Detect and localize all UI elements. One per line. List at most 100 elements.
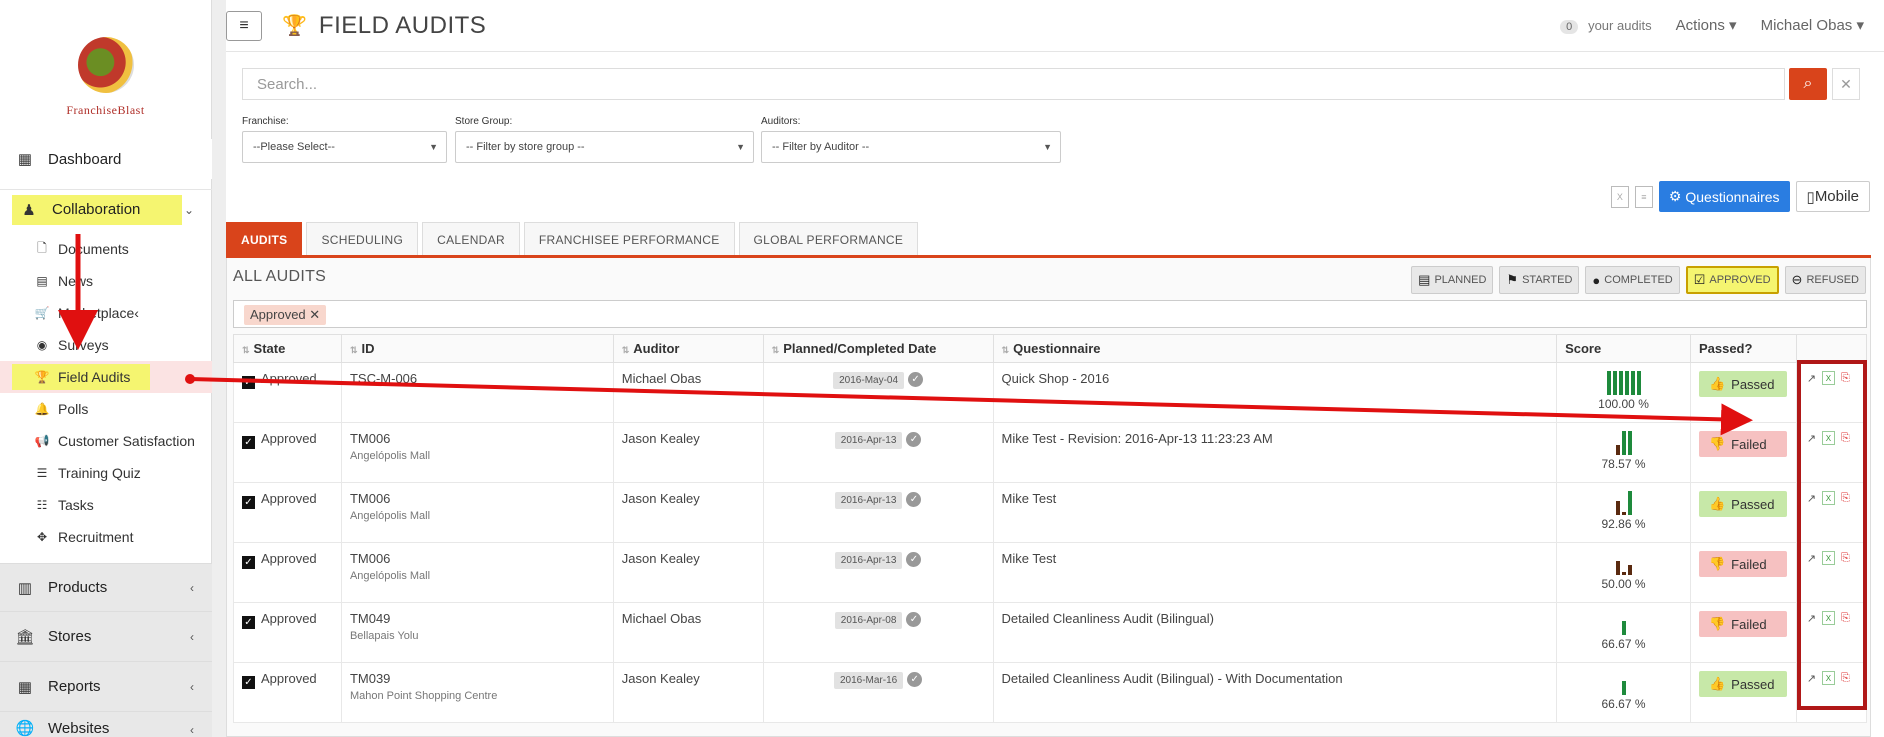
tab-audits[interactable]: AUDITS xyxy=(226,222,303,256)
failed-badge: 👎 Failed xyxy=(1698,611,1787,637)
auditor-cell: Jason Kealey xyxy=(612,542,764,603)
mobile-button[interactable]: ▯ Mobile xyxy=(1795,181,1870,212)
audit-id[interactable]: TSC-M-006 xyxy=(350,371,605,386)
sidebar-item-stores[interactable]: 🏛 Stores ‹ xyxy=(0,611,212,661)
filter-planned-button[interactable]: ▤ PLANNED xyxy=(1411,266,1494,294)
column-auditor[interactable]: ⇅ Auditor xyxy=(612,334,764,363)
checkbox-checked-icon[interactable]: ✓ xyxy=(242,496,255,509)
store-name: Mahon Point Shopping Centre xyxy=(349,690,498,702)
table-row[interactable]: ✓ Approved TM006 Angelópolis Mall Jason Ke… xyxy=(233,542,1868,603)
search-button[interactable]: ⌕ xyxy=(1789,68,1827,100)
your-audits-link[interactable]: 0 your audits xyxy=(1560,17,1652,34)
cart-icon: 🛒 xyxy=(34,306,50,320)
state-value: Approved xyxy=(261,491,317,506)
clear-search-button[interactable]: ✕ xyxy=(1832,68,1860,100)
column-state[interactable]: ⇅ State xyxy=(233,334,342,363)
sort-icon: ⇅ xyxy=(242,345,250,355)
sidebar-item-surveys[interactable]: ◉ Surveys xyxy=(0,329,212,361)
tab-global-performance[interactable]: GLOBAL PERFORMANCE xyxy=(738,222,919,256)
score-bar xyxy=(1627,565,1632,575)
logo[interactable]: FranchiseBlast xyxy=(0,0,211,135)
score-bar xyxy=(1618,371,1623,395)
panel-title: ALL AUDITS xyxy=(233,268,327,285)
actions-dropdown[interactable]: Actions ▾ xyxy=(1676,16,1737,34)
sidebar-item-dashboard[interactable]: ▦ Dashboard xyxy=(0,139,212,179)
table-row[interactable]: ✓ Approved TM006 Angelópolis Mall Jason Ke… xyxy=(233,482,1868,543)
questionnaires-button[interactable]: ⚙ Questionnaires xyxy=(1658,181,1790,212)
check-circle-icon: ✓ xyxy=(908,372,924,388)
date-cell: 2016-May-04 ✓ xyxy=(762,362,994,423)
auditors-select[interactable]: -- Filter by Auditor -- ▼ xyxy=(761,131,1061,163)
sidebar-item-field-audits[interactable]: 🏆 Field Audits xyxy=(0,361,212,393)
table-row[interactable]: ✓ Approved TM039 Mahon Point Shopping Cent… xyxy=(233,662,1868,723)
megaphone-icon: 📢 xyxy=(34,434,50,448)
table-row[interactable]: ✓ Approved TM006 Angelópolis Mall Jason Ke… xyxy=(233,422,1868,483)
filter-approved-button[interactable]: ☑ APPROVED xyxy=(1685,266,1779,294)
table-row[interactable]: ✓ Approved TM049 Bellapais Yolu Michael Ob… xyxy=(233,602,1868,663)
sidebar-item-training-quiz[interactable]: ☰ Training Quiz xyxy=(0,457,212,489)
filter-refused-button[interactable]: ⊖ REFUSED xyxy=(1784,266,1866,294)
sidebar-item-recruitment[interactable]: ✥ Recruitment xyxy=(0,521,212,553)
user-menu[interactable]: Michael Obas ▾ xyxy=(1761,16,1864,34)
audit-id[interactable]: TM006 xyxy=(350,491,605,506)
score-bar xyxy=(1621,681,1626,695)
menu-toggle-button[interactable]: ≡ xyxy=(226,10,262,41)
checkbox-checked-icon[interactable]: ✓ xyxy=(242,616,255,629)
sidebar-item-label: Stores xyxy=(48,628,92,645)
sidebar-item-marketplace[interactable]: 🛒 Marketplace ‹ xyxy=(0,297,212,329)
checkbox-checked-icon[interactable]: ✓ xyxy=(242,676,255,689)
sort-icon: ⇅ xyxy=(621,345,630,355)
table-row[interactable]: ✓ Approved TSC-M-006 Michael Obas 2016-Ma… xyxy=(233,362,1868,423)
sidebar-item-collaboration[interactable]: ♟ Collaboration ⌄ xyxy=(0,189,212,229)
sidebar-item-documents[interactable]: 🗋 Documents xyxy=(0,233,212,265)
caret-down-icon: ▼ xyxy=(1043,142,1052,152)
collaboration-highlight: ♟ Collaboration xyxy=(12,194,182,225)
franchise-select[interactable]: --Please Select-- ▼ xyxy=(242,131,447,163)
status-filter-buttons: ▤ PLANNED ⚑ STARTED ● COMPLETED ☑ APPROVED ⊖… xyxy=(1411,266,1866,294)
audit-id[interactable]: TM049 xyxy=(350,611,605,626)
column-date[interactable]: ⇅ Planned/Completed Date xyxy=(762,334,994,363)
sidebar-item-label: Websites xyxy=(48,720,110,737)
thumbs-up-icon: 👍 xyxy=(1708,676,1726,691)
filter-label: Auditors: xyxy=(761,116,801,127)
logo-text: FranchiseBlast xyxy=(66,103,145,117)
checkbox-checked-icon[interactable]: ✓ xyxy=(242,436,255,449)
sidebar-item-reports[interactable]: ▦ Reports ‹ xyxy=(0,661,212,711)
filter-label: APPROVED xyxy=(1709,274,1771,286)
document-export-icon[interactable]: ≡ xyxy=(1634,185,1653,208)
barcode-icon: ▥ xyxy=(17,579,33,597)
audit-id[interactable]: TM006 xyxy=(350,431,605,446)
score-value: 92.86 % xyxy=(1601,517,1646,531)
filter-tag-approved[interactable]: Approved ✕ xyxy=(244,305,327,325)
sidebar-item-news[interactable]: ▤ News xyxy=(0,265,212,297)
sidebar-item-customer-satisfaction[interactable]: 📢 Customer Satisfaction xyxy=(0,425,212,457)
column-id[interactable]: ⇅ ID xyxy=(340,334,614,363)
tab-scheduling[interactable]: SCHEDULING xyxy=(306,222,419,256)
sidebar-item-websites[interactable]: 🌐 Websites ‹ xyxy=(0,711,212,737)
active-filter-tags[interactable]: Approved ✕ xyxy=(233,300,1867,328)
sidebar-item-products[interactable]: ▥ Products ‹ xyxy=(0,563,212,611)
column-questionnaire[interactable]: ⇅ Questionnaire xyxy=(992,334,1558,363)
auditor-cell: Jason Kealey xyxy=(612,422,764,483)
column-label: ID xyxy=(361,341,375,356)
sidebar-item-polls[interactable]: 🔔 Polls xyxy=(0,393,212,425)
tab-calendar[interactable]: CALENDAR xyxy=(422,222,520,256)
remove-tag-icon[interactable]: ✕ xyxy=(309,307,320,322)
audit-id[interactable]: TM039 xyxy=(350,671,605,686)
annotation-highlight-box xyxy=(1797,360,1867,710)
filter-started-button[interactable]: ⚑ STARTED xyxy=(1499,266,1580,294)
audit-id[interactable]: TM006 xyxy=(350,551,605,566)
search-input[interactable]: Search... xyxy=(242,68,1785,100)
store-group-select[interactable]: -- Filter by store group -- ▼ xyxy=(455,131,754,163)
excel-export-icon[interactable]: X xyxy=(1610,185,1629,208)
audits-panel: ALL AUDITS ▤ PLANNED ⚑ STARTED ● COMPLETED … xyxy=(226,258,1871,737)
checkbox-checked-icon[interactable]: ✓ xyxy=(242,376,255,389)
filter-completed-button[interactable]: ● COMPLETED xyxy=(1585,266,1680,294)
score-bar xyxy=(1621,621,1626,635)
tab-franchisee-performance[interactable]: FRANCHISEE PERFORMANCE xyxy=(523,222,735,256)
sidebar-item-label: Recruitment xyxy=(58,529,134,545)
sidebar-item-tasks[interactable]: ☷ Tasks xyxy=(0,489,212,521)
checkbox-checked-icon[interactable]: ✓ xyxy=(242,556,255,569)
chevron-left-icon: ‹ xyxy=(190,679,194,694)
dashboard-icon: ▦ xyxy=(17,151,33,168)
